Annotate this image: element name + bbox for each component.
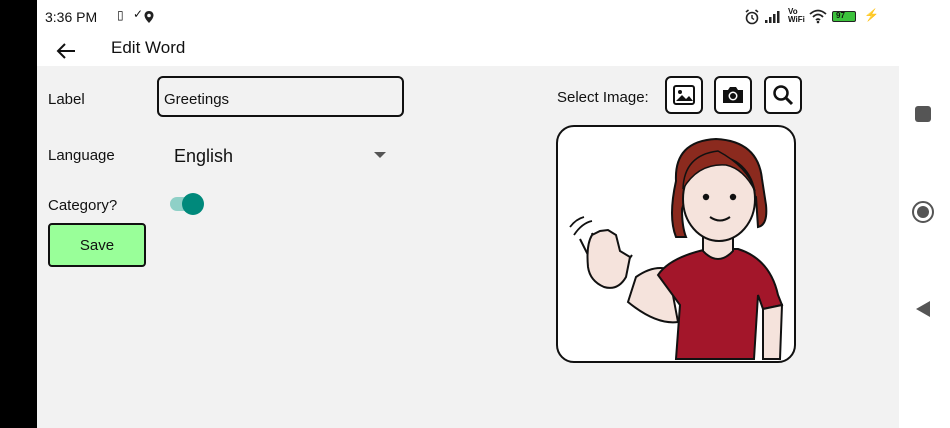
battery-icon: 97 [832, 11, 856, 22]
alarm-icon [745, 9, 759, 25]
back-arrow-icon[interactable] [55, 42, 77, 60]
label-input[interactable]: Greetings [157, 76, 404, 117]
page-title: Edit Word [111, 38, 186, 57]
charging-icon: ⚡ [864, 8, 879, 22]
camera-icon [723, 87, 743, 103]
download-done-icon: ✓ [133, 7, 144, 21]
vowifi-label: Vo WiFi [788, 8, 805, 24]
home-button-dot [917, 206, 929, 218]
location-icon [144, 11, 154, 23]
app-bar: Edit Word [37, 30, 899, 66]
language-caption: Language [48, 147, 115, 164]
select-image-caption: Select Image: [557, 89, 649, 106]
camera-button[interactable] [714, 76, 752, 114]
recents-button[interactable] [915, 106, 931, 122]
status-bar: 3:36 PM ▯ ✓ Vo WiFi 97 ⚡ [37, 0, 899, 34]
waving-girl-illustration [569, 137, 784, 360]
selected-image-frame[interactable] [556, 125, 796, 363]
back-nav-icon[interactable] [915, 300, 931, 318]
image-icon [673, 85, 695, 105]
wifi-icon [809, 9, 827, 24]
language-select-value: English [174, 146, 234, 166]
category-caption: Category? [48, 197, 118, 214]
home-button[interactable] [912, 201, 934, 223]
system-nav-bar [899, 0, 950, 428]
language-select[interactable]: English [170, 140, 392, 170]
gallery-button[interactable] [665, 76, 703, 114]
label-caption: Label [48, 91, 85, 108]
search-icon [773, 85, 794, 106]
left-black-bar [0, 0, 37, 428]
toggle-thumb [182, 193, 204, 215]
category-toggle[interactable] [169, 192, 207, 216]
save-button[interactable]: Save [48, 223, 146, 267]
vowifi-bottom: WiFi [788, 15, 805, 24]
label-input-value: Greetings [164, 91, 230, 108]
sim-icon: ▯ [117, 8, 124, 22]
search-image-button[interactable] [764, 76, 802, 114]
dropdown-arrow-icon [374, 152, 386, 158]
signal-icon [765, 11, 780, 23]
status-time: 3:36 PM [45, 9, 98, 25]
battery-level: 97 [836, 11, 845, 20]
